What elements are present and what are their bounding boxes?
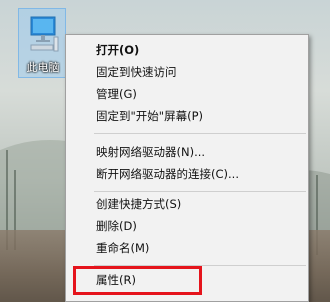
menu-item-disconnect-network-drive[interactable]: 断开网络驱动器的连接(C)... bbox=[66, 163, 308, 185]
properties-highlight-box bbox=[73, 266, 202, 295]
menu-separator bbox=[94, 191, 306, 192]
menu-item-create-shortcut[interactable]: 创建快捷方式(S) bbox=[66, 193, 308, 215]
this-pc-desktop-icon[interactable]: 此电脑 bbox=[18, 8, 66, 78]
menu-item-manage[interactable]: 管理(G) bbox=[66, 83, 308, 105]
menu-item-pin-to-start[interactable]: 固定到"开始"屏幕(P) bbox=[66, 105, 308, 127]
menu-item-map-network-drive[interactable]: 映射网络驱动器(N)... bbox=[66, 141, 308, 163]
menu-item-delete[interactable]: 删除(D) bbox=[66, 215, 308, 237]
desktop-icon-label: 此电脑 bbox=[26, 61, 60, 74]
menu-item-pin-to-quick-access[interactable]: 固定到快速访问 bbox=[66, 61, 308, 83]
computer-icon bbox=[30, 16, 59, 52]
menu-item-open[interactable]: 打开(O) bbox=[66, 39, 308, 61]
menu-separator bbox=[94, 133, 306, 134]
context-menu: 打开(O) 固定到快速访问 管理(G) 固定到"开始"屏幕(P) 映射网络驱动器… bbox=[65, 34, 309, 302]
menu-item-rename[interactable]: 重命名(M) bbox=[66, 237, 308, 259]
